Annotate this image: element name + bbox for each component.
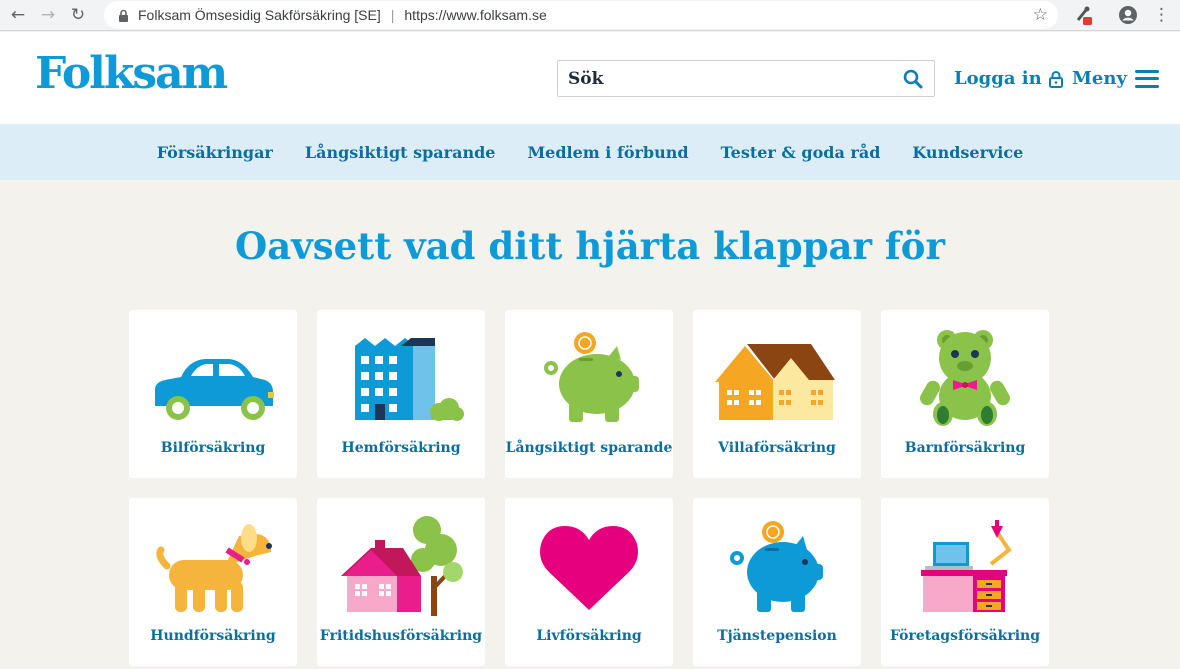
site-identity: Folksam Ömsesidig Sakförsäkring [SE]	[138, 7, 381, 23]
card-label: Hundförsäkring	[150, 628, 276, 644]
car-icon	[155, 359, 274, 420]
teddy-bear-icon	[920, 330, 1010, 426]
card-hundforsakring[interactable]: Hundförsäkring	[129, 498, 297, 666]
card-label: Långsiktigt sparande	[505, 440, 673, 456]
url-text[interactable]: https://www.folksam.se	[404, 7, 546, 23]
card-label: Barnförsäkring	[904, 440, 1026, 456]
folksam-logo[interactable]: Folksam	[35, 48, 228, 99]
card-label: Fritidshusförsäkring	[319, 628, 483, 644]
heart-icon	[540, 526, 638, 610]
hamburger-icon	[1134, 69, 1159, 88]
dog-icon	[156, 524, 272, 612]
address-bar[interactable]: Folksam Ömsesidig Sakförsäkring [SE] | h…	[104, 1, 1058, 29]
card-hemforsakring[interactable]: Hemförsäkring	[317, 310, 485, 478]
card-foretagsforsakring[interactable]: Företagsförsäkring	[881, 498, 1049, 666]
main-navigation: Försäkringar Långsiktigt sparande Medlem…	[0, 124, 1180, 180]
page-headline: Oavsett vad ditt hjärta klappar för	[235, 224, 945, 268]
nav-langsiktigt-sparande[interactable]: Långsiktigt sparande	[305, 143, 496, 162]
site-header: Folksam Logga in Meny	[0, 32, 1180, 124]
card-bilforsakring[interactable]: Bilförsäkring	[129, 310, 297, 478]
browser-toolbar: ← → ↻ Folksam Ömsesidig Sakförsäkring [S…	[0, 0, 1180, 31]
search-icon[interactable]	[902, 68, 924, 90]
card-label: Hemförsäkring	[341, 440, 461, 456]
card-livforsakring[interactable]: Livförsäkring	[505, 498, 673, 666]
office-desk-icon	[921, 520, 1012, 612]
card-barnforsakring[interactable]: Barnförsäkring	[881, 310, 1049, 478]
pension-piggy-icon	[730, 521, 823, 612]
house-icon	[715, 344, 835, 420]
card-villaforsakring[interactable]: Villaförsäkring	[693, 310, 861, 478]
browser-menu-icon[interactable]: ⋮	[1153, 5, 1170, 25]
card-label: Företagsförsäkring	[889, 628, 1041, 644]
card-langsiktigt-sparande[interactable]: Långsiktigt sparande	[505, 310, 673, 478]
search-box	[557, 60, 935, 97]
login-button[interactable]: Logga in	[954, 68, 1064, 89]
card-label: Villaförsäkring	[718, 440, 836, 456]
menu-button[interactable]: Meny	[1072, 68, 1159, 89]
reload-icon[interactable]: ↻	[66, 3, 90, 27]
card-label: Tjänstepension	[717, 628, 837, 644]
nav-forsakringar[interactable]: Försäkringar	[157, 143, 273, 162]
search-input[interactable]	[568, 68, 888, 89]
apartment-building-icon	[355, 338, 464, 421]
card-label: Bilförsäkring	[160, 440, 266, 456]
nav-medlem-i-forbund[interactable]: Medlem i förbund	[527, 143, 688, 162]
forward-icon[interactable]: →	[36, 3, 60, 27]
back-icon[interactable]: ←	[6, 3, 30, 27]
card-label: Livförsäkring	[536, 628, 642, 644]
menu-label: Meny	[1072, 68, 1127, 89]
card-tjanstepension[interactable]: Tjänstepension	[693, 498, 861, 666]
cottage-icon	[341, 516, 463, 616]
extension-icon[interactable]	[1072, 4, 1094, 26]
lock-icon	[116, 7, 130, 23]
nav-kundservice[interactable]: Kundservice	[912, 143, 1023, 162]
divider: |	[390, 7, 395, 23]
padlock-icon	[1048, 70, 1064, 88]
card-fritidshusforsakring[interactable]: Fritidshusförsäkring	[317, 498, 485, 666]
piggy-bank-icon	[544, 332, 639, 422]
nav-tester-goda-rad[interactable]: Tester & goda råd	[721, 143, 881, 162]
bookmark-star-icon[interactable]: ☆	[1033, 5, 1048, 25]
login-label: Logga in	[954, 68, 1042, 89]
profile-icon[interactable]	[1118, 5, 1138, 25]
